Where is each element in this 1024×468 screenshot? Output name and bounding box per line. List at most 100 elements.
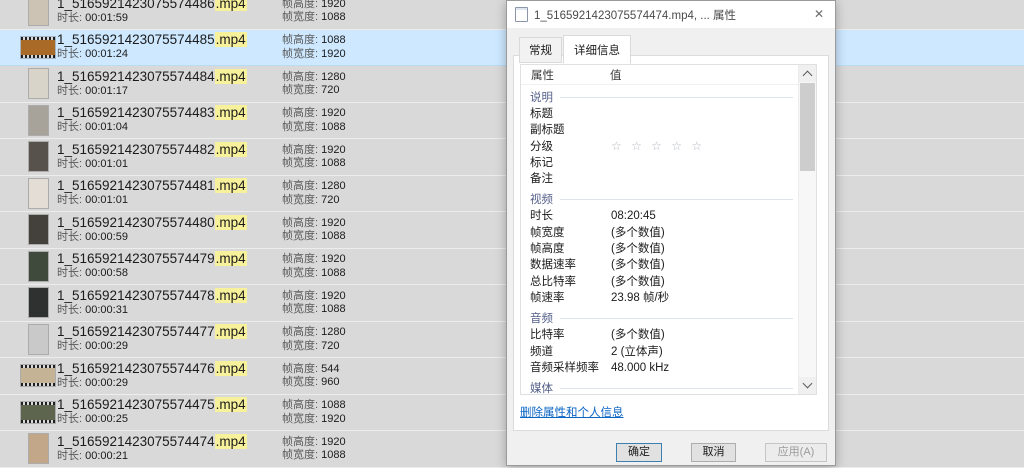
scroll-thumb[interactable] bbox=[800, 83, 815, 171]
file-name-base: 1_5165921423075574484 bbox=[57, 69, 215, 84]
frame-width-value: 1088 bbox=[321, 230, 345, 242]
property-table-header: 属性 值 bbox=[521, 65, 816, 85]
file-name-base: 1_5165921423075574475 bbox=[57, 397, 215, 412]
property-label: 副标题 bbox=[521, 122, 611, 138]
property-value[interactable]: (多个数值) bbox=[611, 241, 665, 257]
frame-width-label: 帧宽度: bbox=[282, 84, 318, 96]
file-duration: 时长: 00:00:25 bbox=[57, 413, 247, 427]
file-name-base: 1_5165921423075574482 bbox=[57, 142, 215, 157]
file-name-base: 1_5165921423075574486 bbox=[57, 0, 215, 11]
frame-width-value: 1088 bbox=[321, 157, 345, 169]
file-duration: 时长: 00:01:01 bbox=[57, 194, 247, 208]
duration-label: 时长: bbox=[57, 450, 82, 462]
frame-height-value: 1920 bbox=[321, 290, 345, 302]
property-value[interactable]: 48.000 kHz bbox=[611, 360, 669, 376]
file-name: 1_5165921423075574486.mp4 bbox=[57, 0, 247, 12]
duration-value: 00:01:59 bbox=[85, 12, 128, 24]
property-row: 副标题 bbox=[521, 122, 799, 138]
property-label: 分级 bbox=[521, 139, 611, 155]
property-row: 音频采样频率 48.000 kHz bbox=[521, 360, 799, 376]
frame-height-label: 帧高度: bbox=[282, 144, 318, 156]
video-thumbnail bbox=[20, 249, 56, 285]
video-thumbnail bbox=[20, 0, 56, 29]
close-icon[interactable]: ✕ bbox=[803, 1, 835, 28]
file-name: 1_5165921423075574481.mp4 bbox=[57, 178, 247, 194]
scroll-up-icon[interactable] bbox=[799, 65, 816, 82]
frame-height-label: 帧高度: bbox=[282, 253, 318, 265]
file-duration: 时长: 00:00:31 bbox=[57, 304, 247, 318]
thumbnail-image bbox=[29, 179, 48, 208]
duration-label: 时长: bbox=[57, 340, 82, 352]
apply-button[interactable]: 应用(A) bbox=[765, 443, 827, 462]
tab[interactable]: 常规 bbox=[519, 37, 562, 63]
file-info: 1_5165921423075574481.mp4 时长: 00:01:01 bbox=[57, 178, 247, 208]
thumbnail-image bbox=[21, 37, 55, 58]
property-value[interactable]: 2 (立体声) bbox=[611, 344, 663, 360]
dialog-titlebar[interactable]: 1_5165921423075574474.mp4, ... 属性 ✕ bbox=[507, 1, 835, 28]
property-label: 备注 bbox=[521, 171, 611, 187]
file-dimensions: 帧高度: 1920 帧宽度: 1088 bbox=[282, 253, 346, 280]
ok-button[interactable]: 确定 bbox=[616, 443, 662, 462]
frame-height-value: 1088 bbox=[321, 399, 345, 411]
duration-value: 00:01:01 bbox=[85, 158, 128, 170]
property-row: 标记 bbox=[521, 155, 799, 171]
file-name: 1_5165921423075574474.mp4 bbox=[57, 434, 247, 450]
frame-width-line: 帧宽度: 1088 bbox=[282, 121, 346, 135]
frame-width-line: 帧宽度: 1920 bbox=[282, 48, 346, 62]
file-name-base: 1_5165921423075574480 bbox=[57, 215, 215, 230]
thumbnail-image bbox=[29, 434, 48, 463]
file-ext-search-highlight: .mp4 bbox=[215, 251, 247, 266]
property-table: 属性 值 说明 标题 bbox=[520, 64, 817, 395]
file-name-base: 1_5165921423075574481 bbox=[57, 178, 215, 193]
cancel-button[interactable]: 取消 bbox=[691, 443, 736, 462]
thumbnail-image bbox=[29, 252, 48, 281]
property-label: 比特率 bbox=[521, 327, 611, 343]
file-info: 1_5165921423075574484.mp4 时长: 00:01:17 bbox=[57, 69, 247, 99]
frame-width-line: 帧宽度: 960 bbox=[282, 376, 339, 390]
frame-height-line: 帧高度: 1280 bbox=[282, 180, 346, 194]
property-value[interactable]: (多个数值) bbox=[611, 274, 665, 290]
scroll-down-icon[interactable] bbox=[799, 377, 816, 394]
file-duration: 时长: 00:01:17 bbox=[57, 85, 247, 99]
duration-value: 00:00:58 bbox=[85, 267, 128, 279]
property-row: 比特率 (多个数值) bbox=[521, 327, 799, 343]
property-value[interactable]: ☆ ☆ ☆ ☆ ☆ bbox=[611, 139, 705, 155]
file-duration: 时长: 00:01:04 bbox=[57, 121, 247, 135]
frame-height-label: 帧高度: bbox=[282, 290, 318, 302]
property-section: 说明 标题 副标题 bbox=[521, 89, 799, 187]
file-name: 1_5165921423075574484.mp4 bbox=[57, 69, 247, 85]
frame-width-value: 1088 bbox=[321, 267, 345, 279]
dialog-scrollbar[interactable] bbox=[798, 65, 816, 394]
frame-width-label: 帧宽度: bbox=[282, 376, 318, 388]
dialog-buttons: 确定 取消 应用(A) bbox=[616, 443, 827, 462]
property-value[interactable]: (多个数值) bbox=[611, 327, 665, 343]
file-duration: 时长: 00:00:21 bbox=[57, 450, 247, 464]
remove-properties-link[interactable]: 删除属性和个人信息 bbox=[520, 404, 624, 420]
file-name: 1_5165921423075574479.mp4 bbox=[57, 251, 247, 267]
file-duration: 时长: 00:00:58 bbox=[57, 267, 247, 281]
thumbnail-image bbox=[29, 142, 48, 171]
duration-label: 时长: bbox=[57, 231, 82, 243]
file-dimensions: 帧高度: 1920 帧宽度: 1088 bbox=[282, 107, 346, 134]
video-thumbnail bbox=[20, 395, 56, 431]
file-name: 1_5165921423075574482.mp4 bbox=[57, 142, 247, 158]
frame-height-label: 帧高度: bbox=[282, 436, 318, 448]
property-value[interactable]: 08:20:45 bbox=[611, 208, 656, 224]
property-value[interactable]: 23.98 帧/秒 bbox=[611, 290, 669, 306]
file-dimensions: 帧高度: 1920 帧宽度: 1088 bbox=[282, 217, 346, 244]
thumbnail-image bbox=[29, 325, 48, 354]
frame-height-value: 1920 bbox=[321, 436, 345, 448]
video-thumbnail bbox=[20, 103, 56, 139]
property-value[interactable]: (多个数值) bbox=[611, 225, 665, 241]
file-dimensions: 帧高度: 1280 帧宽度: 720 bbox=[282, 326, 346, 353]
file-duration: 时长: 00:00:29 bbox=[57, 377, 247, 391]
frame-height-line: 帧高度: 1088 bbox=[282, 399, 346, 413]
frame-height-line: 帧高度: 1088 bbox=[282, 34, 346, 48]
file-ext-search-highlight: .mp4 bbox=[215, 105, 247, 120]
frame-height-value: 1920 bbox=[321, 253, 345, 265]
file-name: 1_5165921423075574476.mp4 bbox=[57, 361, 247, 377]
duration-value: 00:01:17 bbox=[85, 85, 128, 97]
property-value[interactable]: (多个数值) bbox=[611, 257, 665, 273]
property-label: 音频采样频率 bbox=[521, 360, 611, 376]
tab[interactable]: 详细信息 bbox=[563, 35, 631, 64]
